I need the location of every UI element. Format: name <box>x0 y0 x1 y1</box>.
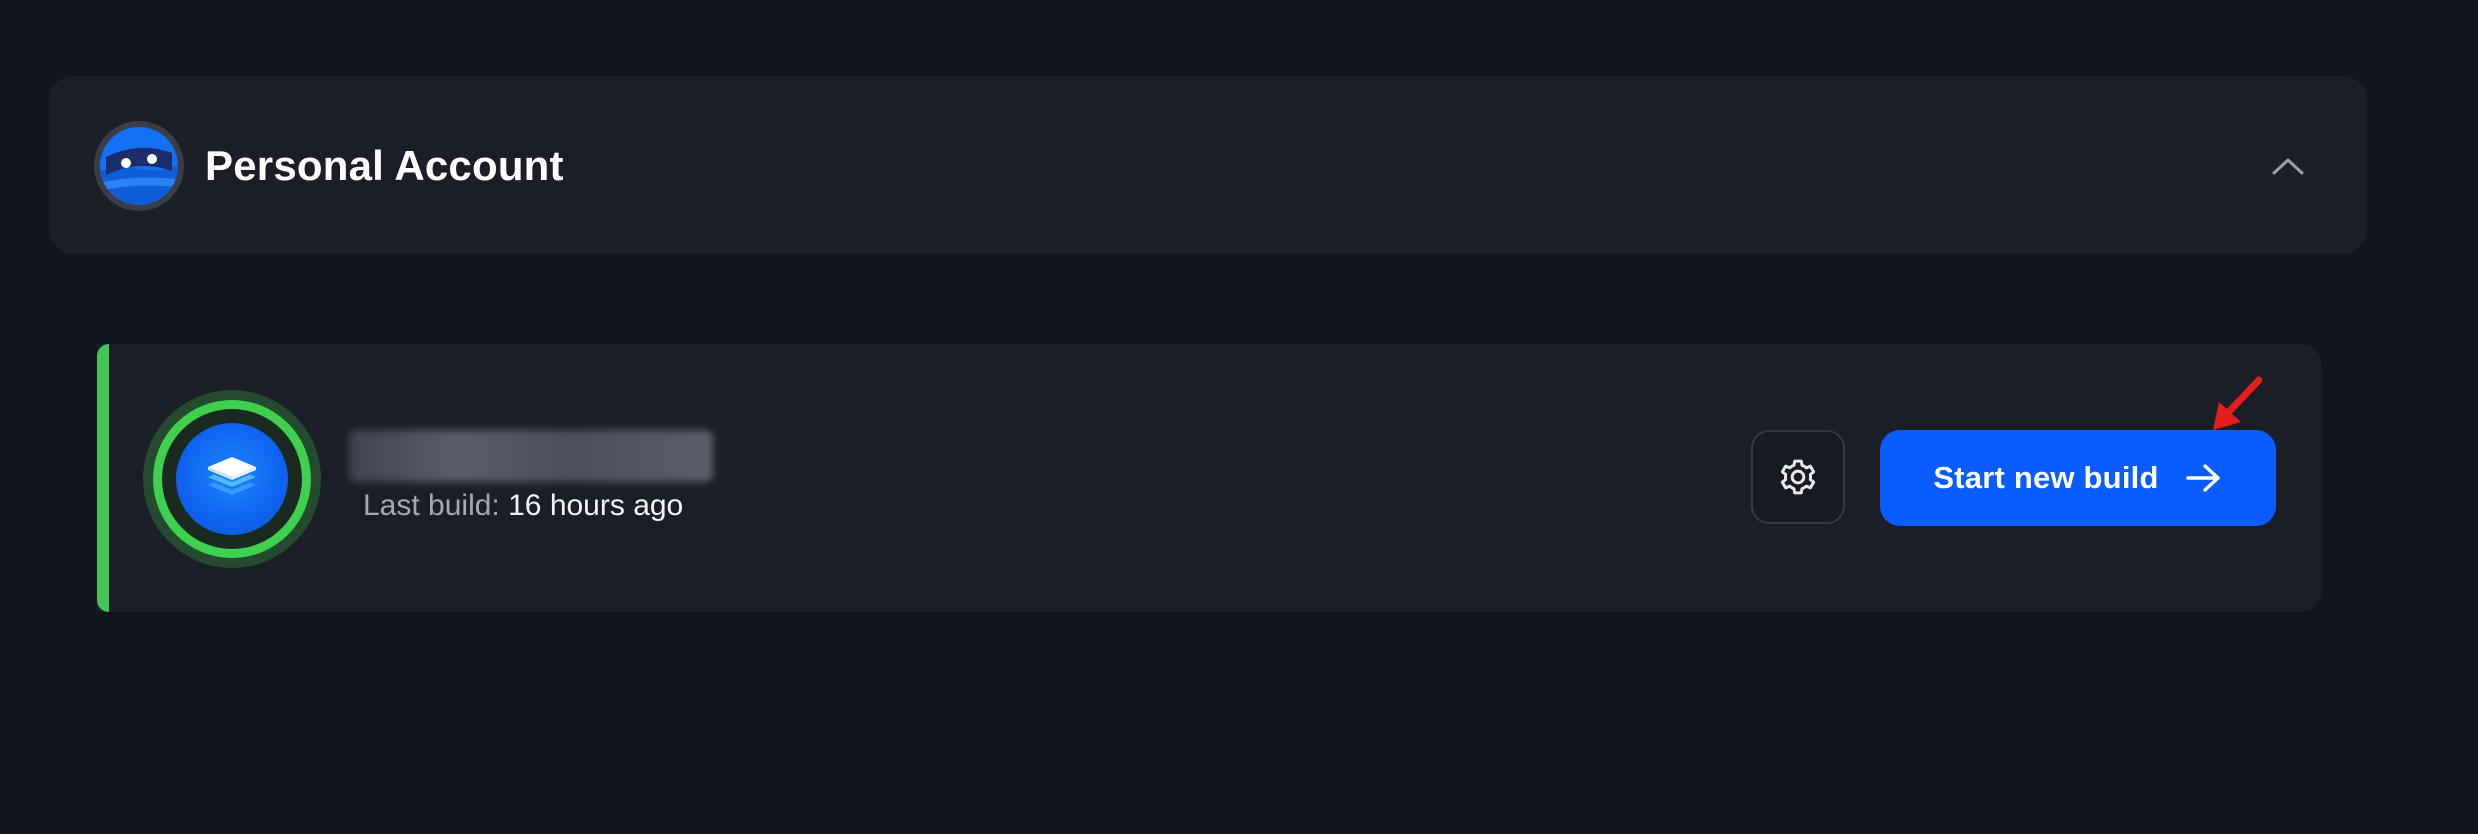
start-new-build-label: Start new build <box>1933 460 2159 495</box>
account-header[interactable]: Personal Account <box>49 76 2367 254</box>
annotation-arrow-icon <box>2213 376 2263 430</box>
last-build-label: Last build: <box>363 489 500 522</box>
project-icon <box>143 390 321 568</box>
project-name[interactable]: project-name <box>349 430 713 482</box>
collapse-button[interactable] <box>2260 138 2316 194</box>
start-new-build-button[interactable]: Start new build <box>1880 430 2276 526</box>
arrow-right-icon <box>2185 464 2220 492</box>
last-build-info: Last build: 16 hours ago <box>363 484 683 528</box>
status-ring <box>153 400 311 558</box>
chevron-up-icon <box>2272 158 2304 175</box>
gear-icon <box>1780 459 1816 495</box>
last-build-value: 16 hours ago <box>508 489 684 522</box>
build-status-indicator <box>97 344 109 612</box>
account-title: Personal Account <box>205 142 564 189</box>
robot-face-icon <box>100 127 178 205</box>
layers-stack-icon <box>176 423 288 535</box>
project-card[interactable]: project-name Last build: 16 hours ago St… <box>97 344 2322 612</box>
settings-button[interactable] <box>1751 430 1845 524</box>
account-avatar <box>94 121 184 211</box>
page: Personal Account Last build: 16 hours ag… <box>0 0 2478 834</box>
